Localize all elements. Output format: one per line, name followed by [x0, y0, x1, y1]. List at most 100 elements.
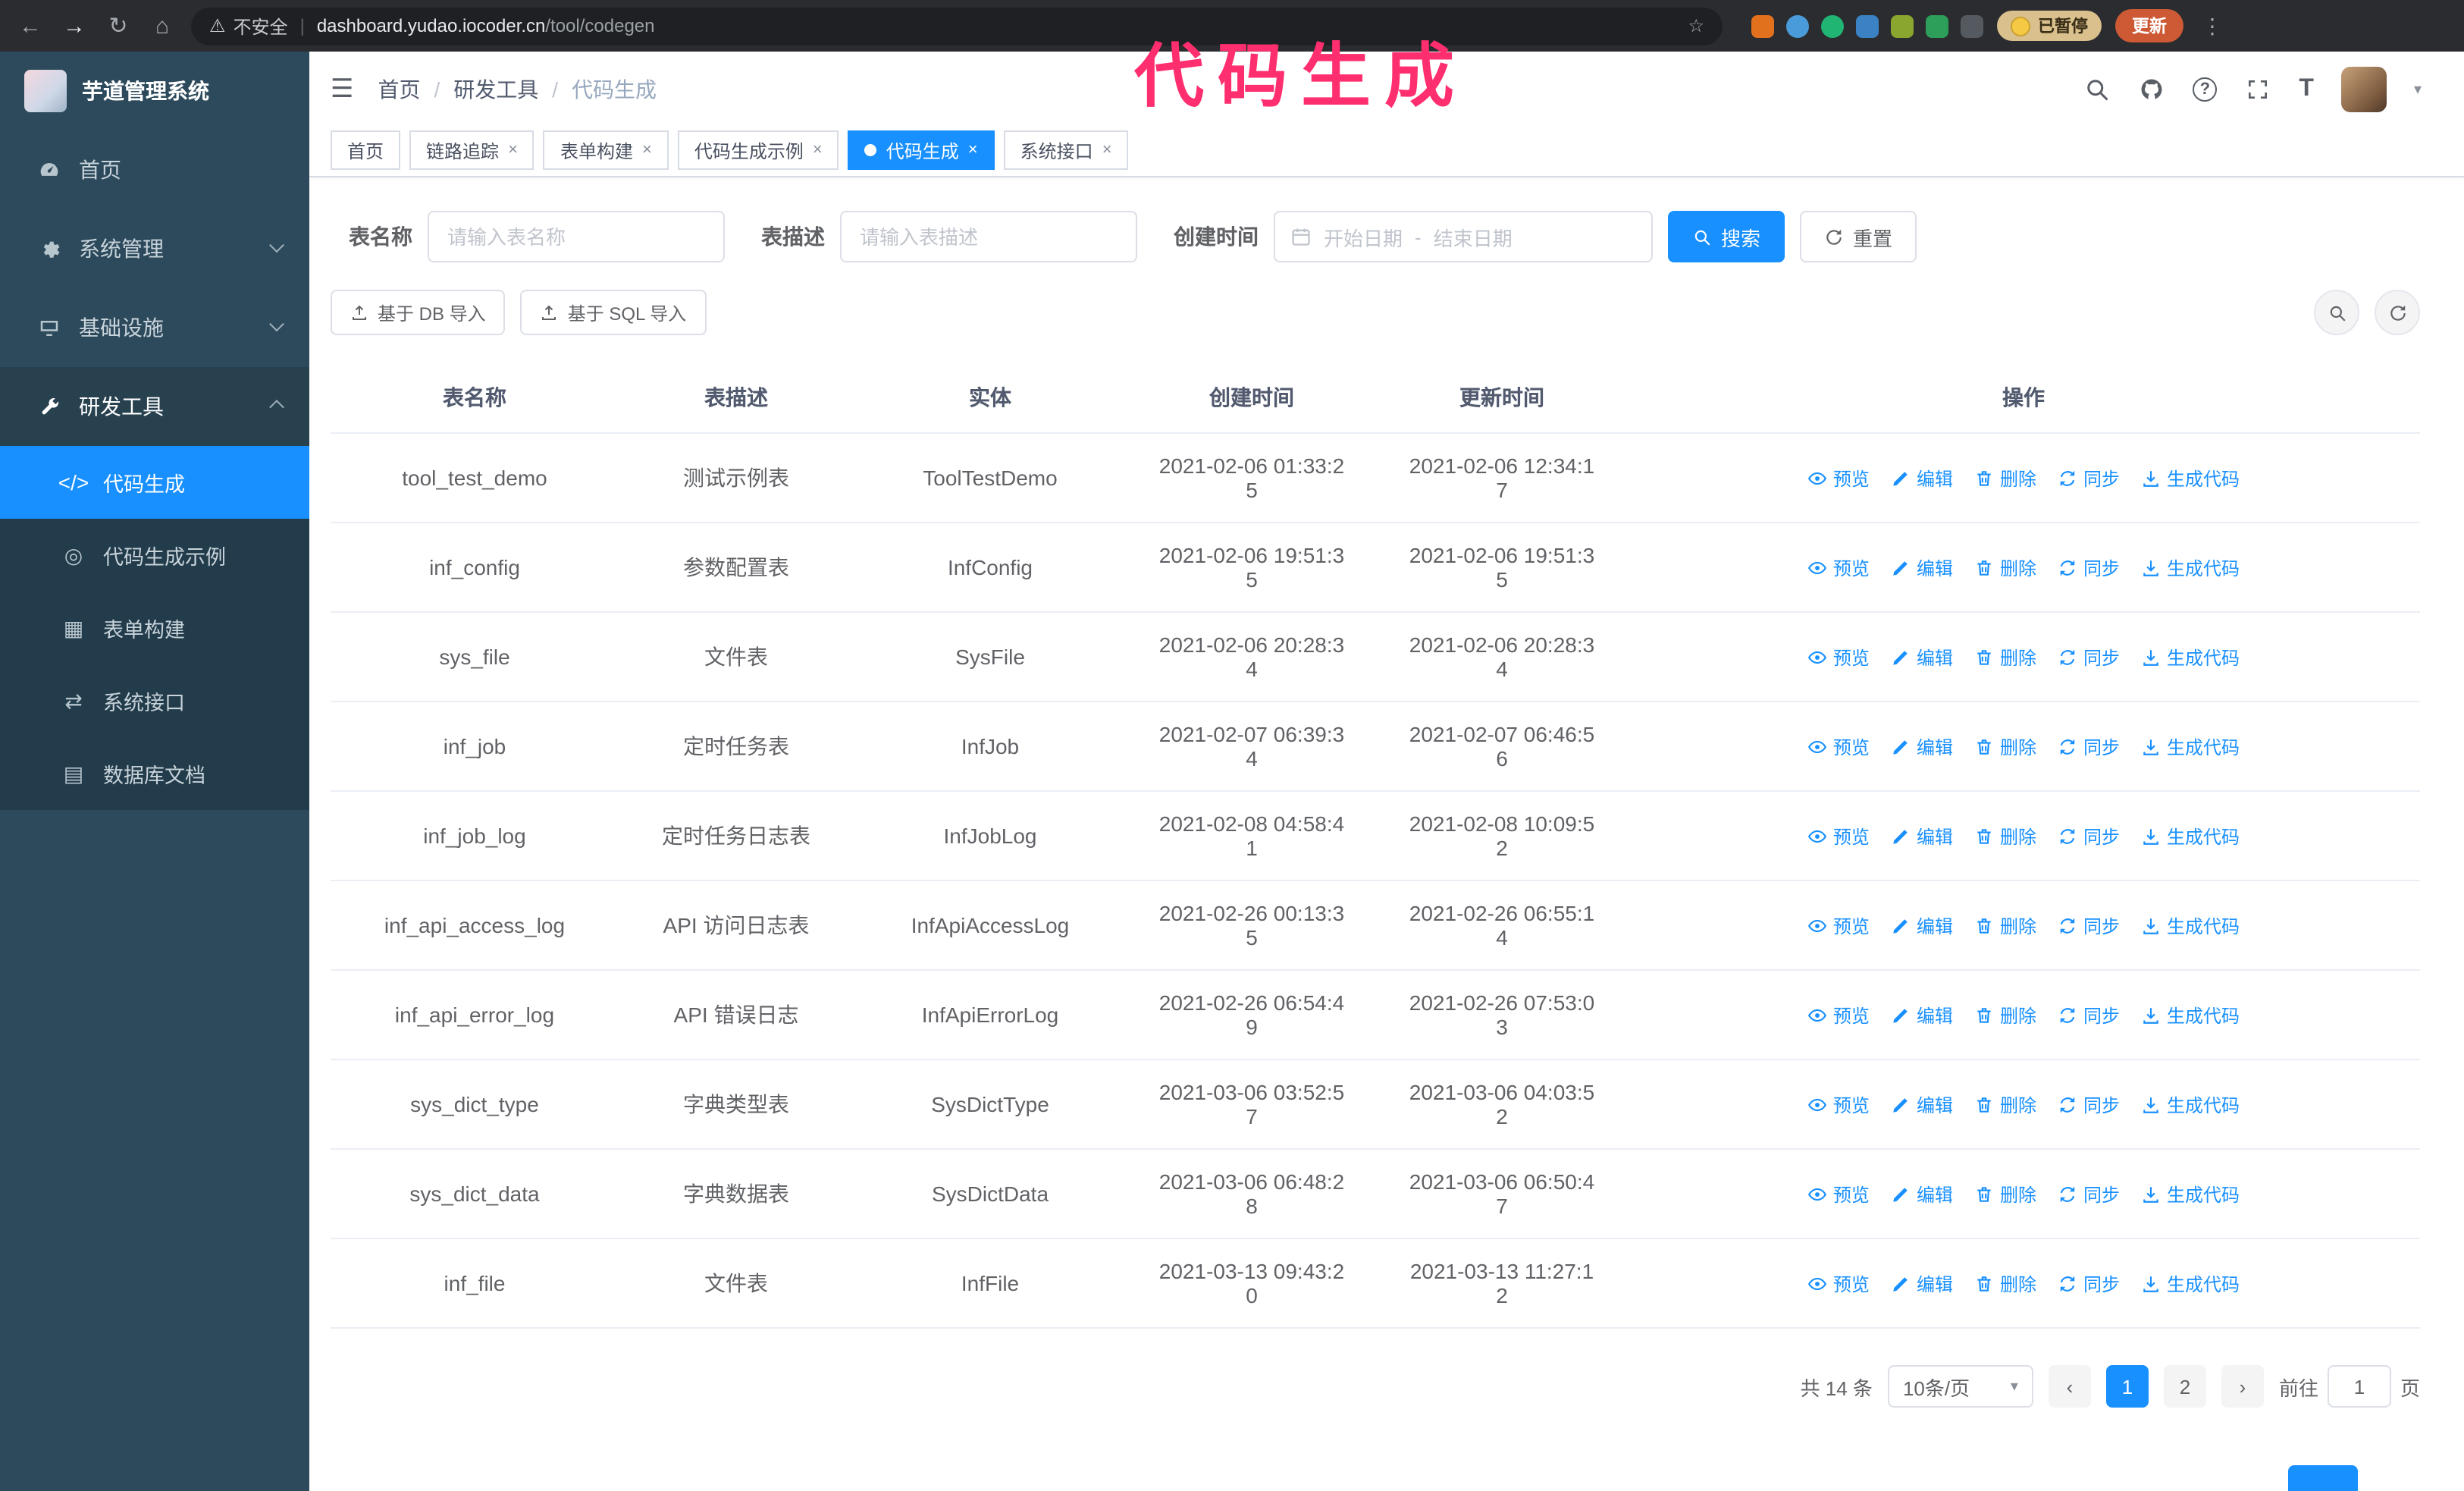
sidebar-item-system-management[interactable]: 系统管理: [0, 209, 309, 288]
table-desc-input[interactable]: [840, 211, 1137, 262]
search-icon[interactable]: [2083, 76, 2111, 103]
breadcrumb-home[interactable]: 首页: [378, 74, 421, 105]
delete-link[interactable]: 删除: [1974, 465, 2036, 491]
sidebar-item-code-generation-example[interactable]: ◎ 代码生成示例: [0, 519, 309, 592]
preview-link[interactable]: 预览: [1807, 823, 1870, 849]
extension-icon[interactable]: [1926, 14, 1948, 37]
forward-icon[interactable]: →: [59, 13, 89, 39]
generate-code-link[interactable]: 生成代码: [2141, 554, 2240, 580]
reset-button[interactable]: 重置: [1800, 211, 1917, 262]
generate-code-link[interactable]: 生成代码: [2141, 912, 2240, 938]
bookmark-star-icon[interactable]: ☆: [1688, 15, 1704, 36]
delete-link[interactable]: 删除: [1974, 1091, 2036, 1117]
page-size-select[interactable]: 10条/页 ▾: [1887, 1365, 2033, 1408]
search-button[interactable]: 搜索: [1668, 211, 1785, 262]
breadcrumb-dev-tools[interactable]: 研发工具: [453, 74, 538, 105]
tab-form-builder[interactable]: 表单构建 ×: [543, 130, 669, 170]
edit-link[interactable]: 编辑: [1891, 554, 1953, 580]
next-page-button[interactable]: ›: [2221, 1365, 2264, 1408]
close-icon[interactable]: ×: [1102, 141, 1112, 159]
extension-icon[interactable]: [1786, 14, 1809, 37]
sync-link[interactable]: 同步: [2058, 465, 2120, 491]
preview-link[interactable]: 预览: [1807, 554, 1870, 580]
sync-link[interactable]: 同步: [2058, 912, 2120, 938]
generate-code-link[interactable]: 生成代码: [2141, 465, 2240, 491]
preview-link[interactable]: 预览: [1807, 465, 1870, 491]
tab-codegen[interactable]: 代码生成 ×: [848, 130, 995, 170]
generate-code-link[interactable]: 生成代码: [2141, 1181, 2240, 1207]
close-icon[interactable]: ×: [642, 141, 652, 159]
delete-link[interactable]: 删除: [1974, 644, 2036, 670]
back-icon[interactable]: ←: [15, 13, 45, 39]
edit-link[interactable]: 编辑: [1891, 1002, 1953, 1028]
tab-system-api[interactable]: 系统接口 ×: [1003, 130, 1129, 170]
sync-link[interactable]: 同步: [2058, 1002, 2120, 1028]
extension-icon[interactable]: [1751, 14, 1774, 37]
edit-link[interactable]: 编辑: [1891, 1270, 1953, 1296]
tab-home[interactable]: 首页: [331, 130, 401, 170]
generate-code-link[interactable]: 生成代码: [2141, 823, 2240, 849]
generate-code-link[interactable]: 生成代码: [2141, 1091, 2240, 1117]
delete-link[interactable]: 删除: [1974, 1270, 2036, 1296]
github-icon[interactable]: [2138, 76, 2165, 103]
sidebar-item-dev-tools[interactable]: 研发工具: [0, 367, 309, 446]
delete-link[interactable]: 删除: [1974, 1181, 2036, 1207]
sync-link[interactable]: 同步: [2058, 1270, 2120, 1296]
import-db-button[interactable]: 基于 DB 导入: [331, 290, 506, 335]
preview-link[interactable]: 预览: [1807, 733, 1870, 759]
not-secure-warning[interactable]: ⚠ 不安全: [209, 13, 288, 39]
preview-link[interactable]: 预览: [1807, 1091, 1870, 1117]
menu-fold-icon[interactable]: ☰: [331, 74, 354, 105]
sidebar-item-form-builder[interactable]: ▦ 表单构建: [0, 592, 309, 664]
fullscreen-icon[interactable]: [2244, 76, 2271, 103]
sidebar-item-system-api[interactable]: ⇄ 系统接口: [0, 664, 309, 737]
delete-link[interactable]: 删除: [1974, 912, 2036, 938]
profile-paused-badge[interactable]: 已暂停: [1997, 11, 2102, 41]
home-icon[interactable]: ⌂: [147, 13, 177, 39]
extension-icon[interactable]: [1891, 14, 1914, 37]
reload-icon[interactable]: ↻: [103, 12, 133, 39]
prev-page-button[interactable]: ‹: [2048, 1365, 2091, 1408]
close-icon[interactable]: ×: [813, 141, 823, 159]
edit-link[interactable]: 编辑: [1891, 465, 1953, 491]
preview-link[interactable]: 预览: [1807, 1002, 1870, 1028]
page-button-2[interactable]: 2: [2163, 1365, 2206, 1408]
floating-button[interactable]: [2288, 1465, 2358, 1491]
table-name-input[interactable]: [428, 211, 725, 262]
help-icon[interactable]: ?: [2193, 77, 2218, 102]
edit-link[interactable]: 编辑: [1891, 912, 1953, 938]
preview-link[interactable]: 预览: [1807, 912, 1870, 938]
date-range-picker[interactable]: 开始日期 - 结束日期: [1274, 211, 1653, 262]
generate-code-link[interactable]: 生成代码: [2141, 1002, 2240, 1028]
preview-link[interactable]: 预览: [1807, 1181, 1870, 1207]
delete-link[interactable]: 删除: [1974, 554, 2036, 580]
app-logo[interactable]: 芋道管理系统: [0, 52, 309, 130]
edit-link[interactable]: 编辑: [1891, 823, 1953, 849]
avatar-caret-icon[interactable]: ▾: [2414, 81, 2422, 98]
edit-link[interactable]: 编辑: [1891, 1091, 1953, 1117]
preview-link[interactable]: 预览: [1807, 1270, 1870, 1296]
sync-link[interactable]: 同步: [2058, 1181, 2120, 1207]
import-sql-button[interactable]: 基于 SQL 导入: [520, 290, 707, 335]
generate-code-link[interactable]: 生成代码: [2141, 644, 2240, 670]
sidebar-item-infrastructure[interactable]: 基础设施: [0, 288, 309, 367]
chrome-update-button[interactable]: 更新: [2115, 9, 2183, 42]
browser-menu-icon[interactable]: ⋮: [2197, 13, 2227, 39]
extension-icon[interactable]: [1821, 14, 1844, 37]
preview-link[interactable]: 预览: [1807, 644, 1870, 670]
generate-code-link[interactable]: 生成代码: [2141, 733, 2240, 759]
edit-link[interactable]: 编辑: [1891, 733, 1953, 759]
close-icon[interactable]: ×: [508, 141, 518, 159]
font-size-icon[interactable]: T: [2299, 76, 2314, 103]
tab-trace[interactable]: 链路追踪 ×: [409, 130, 534, 170]
delete-link[interactable]: 删除: [1974, 1002, 2036, 1028]
sync-link[interactable]: 同步: [2058, 644, 2120, 670]
address-bar[interactable]: ⚠ 不安全 | dashboard.yudao.iocoder.cn/tool/…: [191, 7, 1723, 45]
tab-codegen-example[interactable]: 代码生成示例 ×: [677, 130, 839, 170]
page-button-1[interactable]: 1: [2105, 1365, 2149, 1408]
sync-link[interactable]: 同步: [2058, 1091, 2120, 1117]
refresh-table-button[interactable]: [2375, 290, 2420, 335]
close-icon[interactable]: ×: [968, 141, 978, 159]
sidebar-item-database-doc[interactable]: ▤ 数据库文档: [0, 737, 309, 810]
delete-link[interactable]: 删除: [1974, 823, 2036, 849]
